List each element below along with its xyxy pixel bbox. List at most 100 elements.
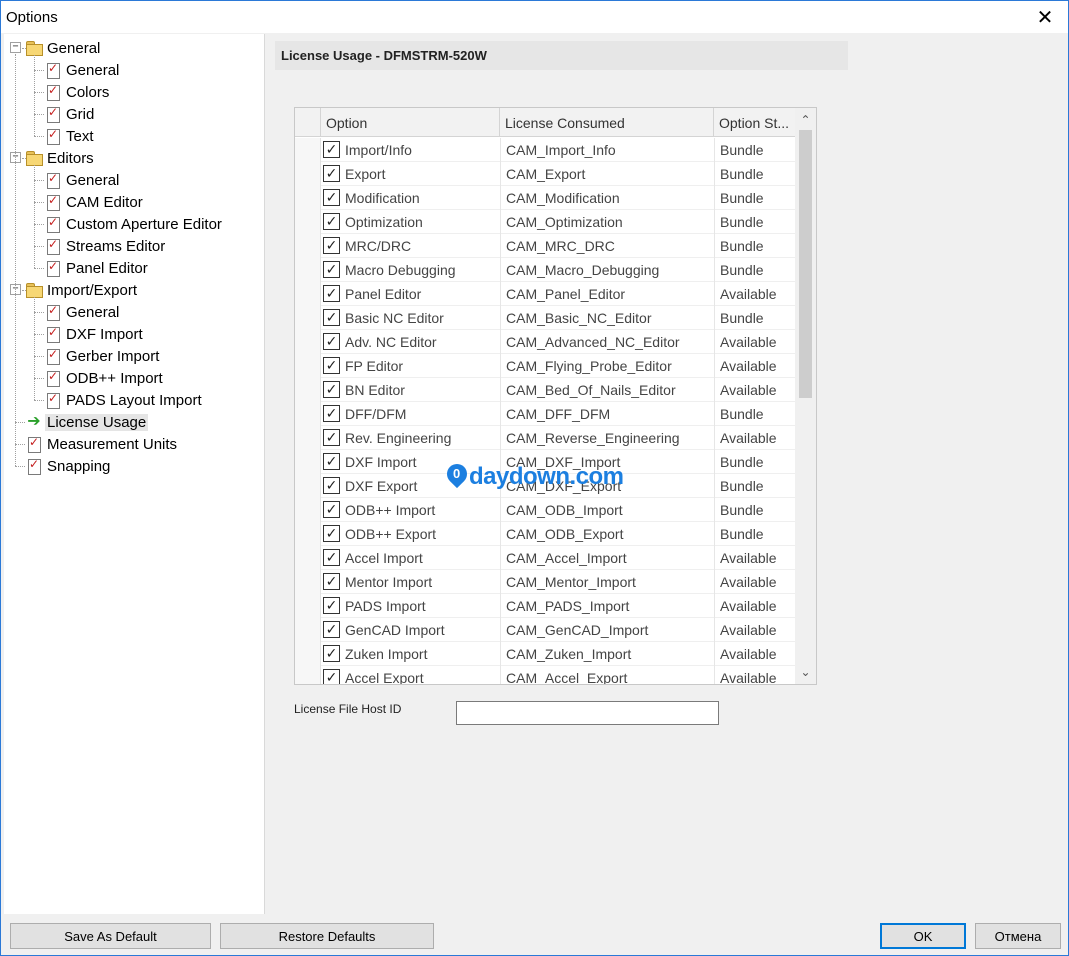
restore-defaults-button[interactable]: Restore Defaults [220,923,434,949]
chevron-up-icon[interactable]: ⌃ [795,110,816,130]
table-row[interactable]: ✓ Basic NC Editor CAM_Basic_NC_Editor Bundl… [295,306,795,330]
row-selector[interactable] [295,258,321,282]
row-selector[interactable] [295,450,321,474]
row-selector[interactable] [295,234,321,258]
row-selector[interactable] [295,642,321,666]
cancel-button[interactable]: Отмена [975,923,1061,949]
table-row[interactable]: ✓ Panel Editor CAM_Panel_Editor Available [295,282,795,306]
table-row[interactable]: ✓ Optimization CAM_Optimization Bundle [295,210,795,234]
ok-button[interactable]: OK [880,923,966,949]
tree-item-license-usage[interactable]: ➔ License Usage [26,411,149,433]
tree-item-general[interactable]: General [45,169,121,191]
close-icon[interactable]: ✕ [1022,1,1068,33]
checkbox-checked-icon[interactable]: ✓ [323,285,340,302]
row-selector[interactable] [295,330,321,354]
row-selector[interactable] [295,186,321,210]
grid-scrollbar[interactable]: ⌃ ⌄ [795,108,816,684]
checkbox-checked-icon[interactable]: ✓ [323,213,340,230]
collapse-toggle-icon[interactable]: − [10,42,21,53]
table-row[interactable]: ✓ Mentor Import CAM_Mentor_Import Available [295,570,795,594]
checkbox-checked-icon[interactable]: ✓ [323,621,340,638]
row-selector[interactable] [295,378,321,402]
checkbox-checked-icon[interactable]: ✓ [323,261,340,278]
table-row[interactable]: ✓ DFF/DFM CAM_DFF_DFM Bundle [295,402,795,426]
row-selector[interactable] [295,282,321,306]
table-row[interactable]: ✓ FP Editor CAM_Flying_Probe_Editor Availab… [295,354,795,378]
tree-item-panel-editor[interactable]: Panel Editor [45,257,150,279]
tree-item-text[interactable]: Text [45,125,96,147]
checkbox-checked-icon[interactable]: ✓ [323,189,340,206]
host-id-input[interactable] [456,701,719,725]
save-as-default-button[interactable]: Save As Default [10,923,211,949]
row-selector[interactable] [295,474,321,498]
tree-item-gerber-import[interactable]: Gerber Import [45,345,161,367]
checkbox-checked-icon[interactable]: ✓ [323,645,340,662]
checkbox-checked-icon[interactable]: ✓ [323,477,340,494]
checkbox-checked-icon[interactable]: ✓ [323,333,340,350]
tree-item-snapping[interactable]: Snapping [26,455,112,477]
checkbox-checked-icon[interactable]: ✓ [323,525,340,542]
checkbox-checked-icon[interactable]: ✓ [323,549,340,566]
row-selector[interactable] [295,210,321,234]
table-row[interactable]: ✓ Rev. Engineering CAM_Reverse_Engineering… [295,426,795,450]
row-selector[interactable] [295,594,321,618]
row-selector[interactable] [295,426,321,450]
row-selector[interactable] [295,522,321,546]
checkbox-checked-icon[interactable]: ✓ [323,141,340,158]
column-header-license[interactable]: License Consumed [500,108,714,137]
scroll-thumb[interactable] [799,130,812,398]
checkbox-checked-icon[interactable]: ✓ [323,237,340,254]
row-selector[interactable] [295,546,321,570]
row-selector[interactable] [295,306,321,330]
table-row[interactable]: ✓ MRC/DRC CAM_MRC_DRC Bundle [295,234,795,258]
table-row[interactable]: ✓ Accel Export CAM_Accel_Export Available [295,666,795,684]
table-row[interactable]: ✓ ODB++ Import CAM_ODB_Import Bundle [295,498,795,522]
tree-item-general[interactable]: General [45,301,121,323]
row-selector[interactable] [295,138,321,162]
tree-item-odb-import[interactable]: ODB++ Import [45,367,165,389]
table-row[interactable]: ✓ Adv. NC Editor CAM_Advanced_NC_Editor Ava… [295,330,795,354]
row-selector[interactable] [295,570,321,594]
row-selector[interactable] [295,402,321,426]
table-row[interactable]: ✓ PADS Import CAM_PADS_Import Available [295,594,795,618]
chevron-down-icon[interactable]: ⌄ [795,662,816,682]
row-selector[interactable] [295,498,321,522]
table-row[interactable]: ✓ Import/Info CAM_Import_Info Bundle [295,138,795,162]
column-header-status[interactable]: Option St... [714,108,795,137]
tree-item-dxf-import[interactable]: DXF Import [45,323,145,345]
checkbox-checked-icon[interactable]: ✓ [323,453,340,470]
tree-item-custom-aperture-editor[interactable]: Custom Aperture Editor [45,213,224,235]
tree-item-grid[interactable]: Grid [45,103,96,125]
table-row[interactable]: ✓ Zuken Import CAM_Zuken_Import Available [295,642,795,666]
checkbox-checked-icon[interactable]: ✓ [323,357,340,374]
tree-item-pads-layout-import[interactable]: PADS Layout Import [45,389,204,411]
checkbox-checked-icon[interactable]: ✓ [323,573,340,590]
checkbox-checked-icon[interactable]: ✓ [323,165,340,182]
checkbox-checked-icon[interactable]: ✓ [323,429,340,446]
checkbox-checked-icon[interactable]: ✓ [323,597,340,614]
table-row[interactable]: ✓ Export CAM_Export Bundle [295,162,795,186]
tree-item-cam-editor[interactable]: CAM Editor [45,191,145,213]
checkbox-checked-icon[interactable]: ✓ [323,381,340,398]
tree-item-general[interactable]: General [26,37,102,59]
row-selector[interactable] [295,354,321,378]
tree-item-colors[interactable]: Colors [45,81,111,103]
table-row[interactable]: ✓ ODB++ Export CAM_ODB_Export Bundle [295,522,795,546]
table-row[interactable]: ✓ GenCAD Import CAM_GenCAD_Import Available [295,618,795,642]
tree-item-import-export[interactable]: Import/Export [26,279,139,301]
table-row[interactable]: ✓ Modification CAM_Modification Bundle [295,186,795,210]
tree-item-editors[interactable]: Editors [26,147,96,169]
checkbox-checked-icon[interactable]: ✓ [323,309,340,326]
tree-item-general[interactable]: General [45,59,121,81]
row-selector[interactable] [295,666,321,684]
column-header-option[interactable]: Option [321,108,500,137]
tree-item-streams-editor[interactable]: Streams Editor [45,235,167,257]
table-row[interactable]: ✓ BN Editor CAM_Bed_Of_Nails_Editor Availab… [295,378,795,402]
checkbox-checked-icon[interactable]: ✓ [323,405,340,422]
row-selector[interactable] [295,162,321,186]
table-row[interactable]: ✓ Accel Import CAM_Accel_Import Available [295,546,795,570]
row-selector[interactable] [295,618,321,642]
table-row[interactable]: ✓ Macro Debugging CAM_Macro_Debugging Bundl… [295,258,795,282]
tree-item-measurement-units[interactable]: Measurement Units [26,433,179,455]
checkbox-checked-icon[interactable]: ✓ [323,669,340,684]
